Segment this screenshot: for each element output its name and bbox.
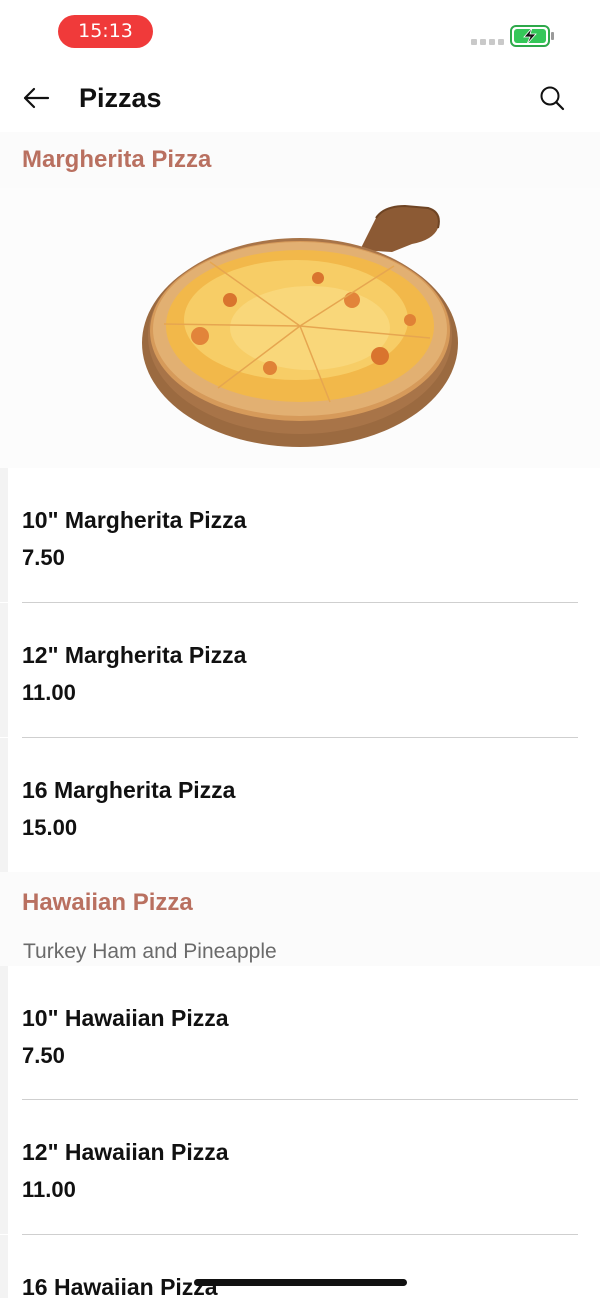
item-price: 11.00 — [22, 1177, 76, 1202]
item-name: 10" Margherita Pizza — [22, 507, 247, 533]
page-title: Pizzas — [79, 83, 162, 113]
battery-charging-icon — [510, 25, 554, 47]
item-price: 11.00 — [22, 680, 76, 705]
category-header-margherita: Margherita Pizza — [0, 132, 600, 188]
category-title: Hawaiian Pizza — [22, 889, 193, 916]
nav-bar: Pizzas — [0, 64, 600, 132]
item-name: 12" Margherita Pizza — [22, 642, 247, 668]
category-header-hawaiian: Hawaiian Pizza Turkey Ham and Pineapple — [0, 872, 600, 966]
item-name: 12" Hawaiian Pizza — [22, 1139, 229, 1165]
signal-icon — [471, 39, 505, 45]
back-button[interactable] — [16, 80, 56, 116]
item-price: 7.50 — [22, 1043, 65, 1068]
menu-item-margherita-10[interactable]: 10" Margherita Pizza 7.50 — [0, 468, 600, 602]
margherita-pizza-image — [0, 188, 600, 468]
category-title: Margherita Pizza — [22, 146, 212, 173]
status-time: 15:13 — [58, 15, 153, 48]
status-bar: 15:13 — [0, 0, 600, 64]
menu-item-margherita-12[interactable]: 12" Margherita Pizza 11.00 — [0, 603, 600, 737]
home-indicator — [194, 1279, 407, 1286]
item-name: 16 Hawaiian Pizza — [22, 1274, 218, 1300]
arrow-left-icon — [23, 87, 50, 109]
menu-item-hawaiian-12[interactable]: 12" Hawaiian Pizza 11.00 — [0, 1100, 600, 1234]
item-price: 15.00 — [22, 815, 78, 840]
item-name: 10" Hawaiian Pizza — [22, 1005, 229, 1031]
menu-item-hawaiian-16[interactable]: 16 Hawaiian Pizza — [0, 1235, 600, 1300]
menu-item-margherita-16[interactable]: 16 Margherita Pizza 15.00 — [0, 738, 600, 872]
item-price: 7.50 — [22, 545, 65, 570]
search-icon — [540, 86, 565, 111]
item-name: 16 Margherita Pizza — [22, 777, 236, 803]
search-button[interactable] — [532, 78, 572, 118]
category-description: Turkey Ham and Pineapple — [23, 940, 277, 963]
menu-item-hawaiian-10[interactable]: 10" Hawaiian Pizza 7.50 — [0, 966, 600, 1100]
